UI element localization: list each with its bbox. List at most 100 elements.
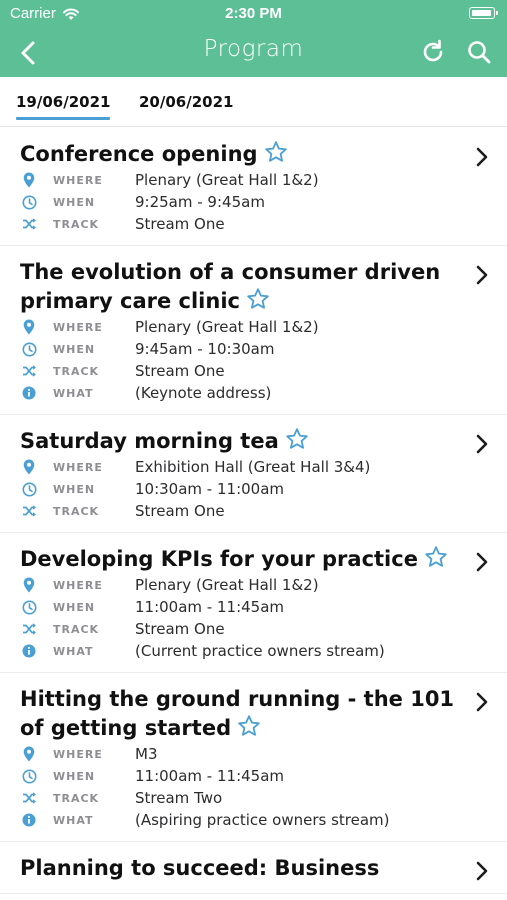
shuffle-icon <box>21 503 37 519</box>
session-track-row: TRACK Stream One <box>20 213 467 235</box>
status-bar: Carrier 2:30 PM <box>0 0 507 28</box>
session-title-text: Saturday morning tea <box>20 429 279 453</box>
clock-icon <box>21 194 37 210</box>
location-pin-icon <box>21 459 37 475</box>
session-where-value: Plenary (Great Hall 1&2) <box>135 576 319 594</box>
when-label: WHEN <box>53 769 96 783</box>
track-label: TRACK <box>53 504 100 518</box>
session-item[interactable]: The evolution of a consumer driven prima… <box>0 246 507 415</box>
session-what-row: WHAT (Current practice owners stream) <box>20 640 467 662</box>
status-time: 2:30 PM <box>225 5 282 22</box>
chevron-right-icon <box>476 147 488 167</box>
session-what-row: WHAT (Keynote address) <box>20 382 467 404</box>
battery-icon <box>469 7 498 19</box>
shuffle-icon <box>21 621 37 637</box>
chevron-right-icon <box>476 265 488 285</box>
chevron-right-icon <box>476 861 488 881</box>
session-when-value: 9:45am - 10:30am <box>135 340 275 358</box>
session-where-row: WHERE M3 <box>20 743 467 765</box>
chevron-right-icon <box>476 434 488 454</box>
what-label: WHAT <box>53 644 94 658</box>
session-what-value: (Keynote address) <box>135 384 272 402</box>
search-icon[interactable] <box>465 38 493 66</box>
session-title-text: The evolution of a consumer driven prima… <box>20 260 441 313</box>
session-title-text: Developing KPIs for your practice <box>20 547 418 571</box>
session-track-value: Stream Two <box>135 789 223 807</box>
session-title: Planning to succeed: Business <box>20 854 467 883</box>
tab-date-2-label: 20/06/2021 <box>139 93 234 111</box>
session-when-row: WHEN 11:00am - 11:45am <box>20 765 467 787</box>
shuffle-icon <box>21 216 37 232</box>
session-when-row: WHEN 10:30am - 11:00am <box>20 478 467 500</box>
location-pin-icon <box>21 172 37 188</box>
clock-icon <box>21 599 37 615</box>
session-title: Developing KPIs for your practice <box>20 545 467 574</box>
session-where-row: WHERE Plenary (Great Hall 1&2) <box>20 169 467 191</box>
session-title: Hitting the ground running - the 101 of … <box>20 685 467 743</box>
session-when-value: 11:00am - 11:45am <box>135 767 285 785</box>
session-title-text: Planning to succeed: Business <box>20 856 380 880</box>
clock-icon <box>21 768 37 784</box>
what-label: WHAT <box>53 813 94 827</box>
tab-date-1[interactable]: 19/06/2021 <box>16 93 111 120</box>
when-label: WHEN <box>53 195 96 209</box>
session-what-value: (Current practice owners stream) <box>135 642 385 660</box>
session-where-value: Exhibition Hall (Great Hall 3&4) <box>135 458 371 476</box>
session-where-row: WHERE Plenary (Great Hall 1&2) <box>20 574 467 596</box>
session-track-row: TRACK Stream One <box>20 360 467 382</box>
session-item[interactable]: Developing KPIs for your practice WHERE Pl… <box>0 533 507 673</box>
where-label: WHERE <box>53 747 103 761</box>
session-when-value: 10:30am - 11:00am <box>135 480 285 498</box>
track-label: TRACK <box>53 217 100 231</box>
session-track-value: Stream One <box>135 620 225 638</box>
refresh-icon[interactable] <box>419 38 447 66</box>
favorite-star-icon[interactable] <box>424 545 448 569</box>
session-where-value: M3 <box>135 745 158 763</box>
session-where-value: Plenary (Great Hall 1&2) <box>135 171 319 189</box>
session-title-text: Conference opening <box>20 142 258 166</box>
session-where-row: WHERE Plenary (Great Hall 1&2) <box>20 316 467 338</box>
when-label: WHEN <box>53 342 96 356</box>
favorite-star-icon[interactable] <box>237 714 261 738</box>
location-pin-icon <box>21 319 37 335</box>
tab-selected-indicator <box>16 117 111 120</box>
tab-date-2[interactable]: 20/06/2021 <box>139 93 233 111</box>
info-icon <box>21 812 37 828</box>
favorite-star-icon[interactable] <box>264 140 288 164</box>
session-track-row: TRACK Stream One <box>20 500 467 522</box>
shuffle-icon <box>21 363 37 379</box>
session-item[interactable]: Planning to succeed: Business <box>0 842 507 894</box>
clock-icon <box>21 341 37 357</box>
track-label: TRACK <box>53 622 100 636</box>
session-where-row: WHERE Exhibition Hall (Great Hall 3&4) <box>20 456 467 478</box>
session-track-value: Stream One <box>135 362 225 380</box>
nav-bar: Program <box>0 28 507 77</box>
session-track-value: Stream One <box>135 502 225 520</box>
session-item[interactable]: Hitting the ground running - the 101 of … <box>0 673 507 842</box>
info-icon <box>21 385 37 401</box>
session-track-value: Stream One <box>135 215 225 233</box>
where-label: WHERE <box>53 460 103 474</box>
track-label: TRACK <box>53 364 100 378</box>
session-when-row: WHEN 9:45am - 10:30am <box>20 338 467 360</box>
where-label: WHERE <box>53 578 103 592</box>
session-what-value: (Aspiring practice owners stream) <box>135 811 390 829</box>
app-header: Carrier 2:30 PM Program <box>0 0 507 77</box>
what-label: WHAT <box>53 386 94 400</box>
when-label: WHEN <box>53 600 96 614</box>
session-item[interactable]: Conference opening WHERE Plenary (Great Ha… <box>0 128 507 246</box>
favorite-star-icon[interactable] <box>246 287 270 311</box>
favorite-star-icon[interactable] <box>285 427 309 451</box>
session-what-row: WHAT (Aspiring practice owners stream) <box>20 809 467 831</box>
location-pin-icon <box>21 746 37 762</box>
track-label: TRACK <box>53 791 100 805</box>
chevron-right-icon <box>476 692 488 712</box>
session-track-row: TRACK Stream One <box>20 618 467 640</box>
where-label: WHERE <box>53 320 103 334</box>
session-when-value: 9:25am - 9:45am <box>135 193 265 211</box>
location-pin-icon <box>21 577 37 593</box>
info-icon <box>21 643 37 659</box>
session-item[interactable]: Saturday morning tea WHERE Exhibition Hall… <box>0 415 507 533</box>
session-when-row: WHEN 11:00am - 11:45am <box>20 596 467 618</box>
session-where-value: Plenary (Great Hall 1&2) <box>135 318 319 336</box>
